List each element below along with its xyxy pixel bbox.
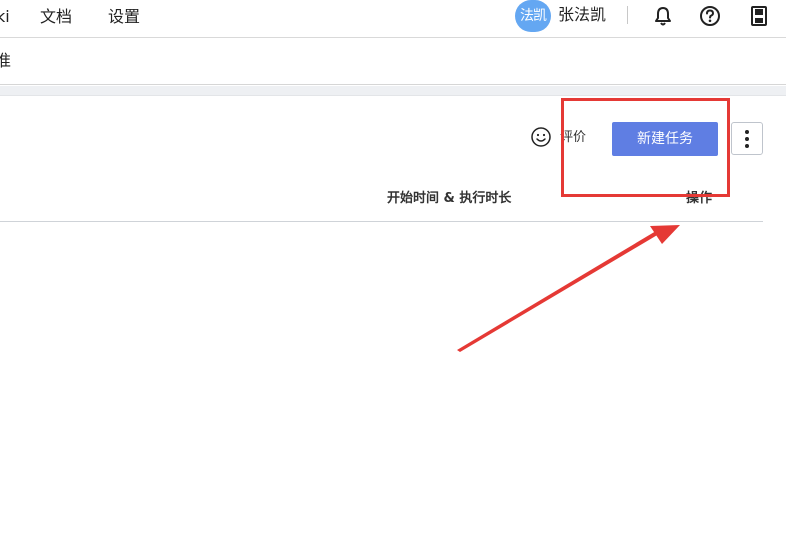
nav-item-settings[interactable]: 设置 xyxy=(108,7,140,27)
arrowhead xyxy=(650,225,680,244)
column-header-actions: 操作 xyxy=(686,191,713,206)
section-separator xyxy=(0,86,786,96)
sub-header: 准 xyxy=(0,39,786,85)
arrow-shaft xyxy=(457,231,659,352)
nav-item-docs[interactable]: 文档 xyxy=(40,7,72,27)
top-navigation-bar: ki 文档 设置 法凯 张法凯 xyxy=(0,0,786,38)
nav-divider xyxy=(627,6,628,24)
rate-link[interactable]: 评价 xyxy=(560,130,586,146)
bell-icon[interactable] xyxy=(652,5,674,27)
username[interactable]: 张法凯 xyxy=(558,5,606,25)
more-options-button[interactable] xyxy=(731,122,763,155)
smile-icon[interactable] xyxy=(530,126,552,148)
nav-item-wiki[interactable]: ki xyxy=(0,7,10,27)
avatar[interactable]: 法凯 xyxy=(515,0,551,32)
column-header-start-time: 开始时间 & 执行时长 xyxy=(387,191,512,206)
help-icon[interactable] xyxy=(699,5,721,27)
new-task-button[interactable]: 新建任务 xyxy=(612,122,718,156)
vertical-ellipsis-icon xyxy=(745,130,749,134)
save-icon[interactable] xyxy=(748,5,770,27)
page-title: 准 xyxy=(0,51,12,70)
table-header-divider xyxy=(0,221,763,222)
